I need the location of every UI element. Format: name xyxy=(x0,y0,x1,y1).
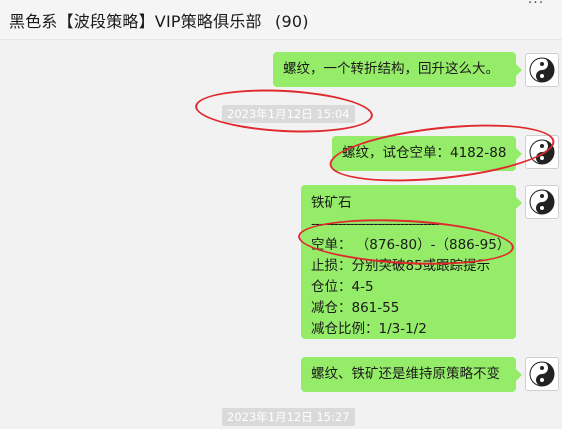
message-line: 仓位：4-5 xyxy=(311,279,374,295)
message-line: 减仓比例：1/3-1/2 xyxy=(311,321,427,337)
message-line: 减仓：861-55 xyxy=(311,300,400,316)
sender-avatar[interactable] xyxy=(525,357,559,391)
message-line: --------------------------------- xyxy=(311,216,440,232)
timestamp: 2023年1月12日 15:27 xyxy=(222,408,355,426)
member-count: (90) xyxy=(275,12,309,31)
sender-avatar[interactable] xyxy=(525,185,559,219)
sender-avatar[interactable] xyxy=(525,135,559,169)
message-bubble[interactable]: 铁矿石 --------------------------------- 空单… xyxy=(301,185,522,339)
message-text: 螺纹，试仓空单：4182-88 xyxy=(342,145,507,161)
yin-yang-icon xyxy=(529,189,555,215)
message-line: 空单： （876-80）-（886-95） xyxy=(311,237,511,253)
message-bubble[interactable]: 螺纹、铁矿还是维持原策略不变 xyxy=(301,357,522,392)
message-line: 铁矿石 xyxy=(311,195,352,211)
chat-title: 黑色系【波段策略】VIP策略俱乐部 (90) xyxy=(9,8,309,32)
sender-avatar[interactable] xyxy=(525,53,559,87)
yin-yang-icon xyxy=(529,139,555,165)
message-line: 止损：分别突破85或跟踪提示 xyxy=(311,258,491,274)
timestamp: 2023年1月12日 15:04 xyxy=(222,105,355,123)
chat-title-text: 黑色系【波段策略】VIP策略俱乐部 xyxy=(9,12,262,31)
more-options-icon[interactable]: ··· xyxy=(521,0,551,14)
chat-title-bar: 黑色系【波段策略】VIP策略俱乐部 (90) ··· xyxy=(0,0,562,40)
yin-yang-icon xyxy=(529,361,555,387)
message-bubble[interactable]: 螺纹，一个转折结构，回升这么大。 xyxy=(273,52,522,87)
message-text: 螺纹，一个转折结构，回升这么大。 xyxy=(283,61,499,77)
message-bubble[interactable]: 螺纹，试仓空单：4182-88 xyxy=(332,136,522,171)
message-text: 螺纹、铁矿还是维持原策略不变 xyxy=(311,366,500,382)
yin-yang-icon xyxy=(529,57,555,83)
chat-window: 黑色系【波段策略】VIP策略俱乐部 (90) ··· 螺纹，一个转折结构，回升这… xyxy=(0,0,562,429)
